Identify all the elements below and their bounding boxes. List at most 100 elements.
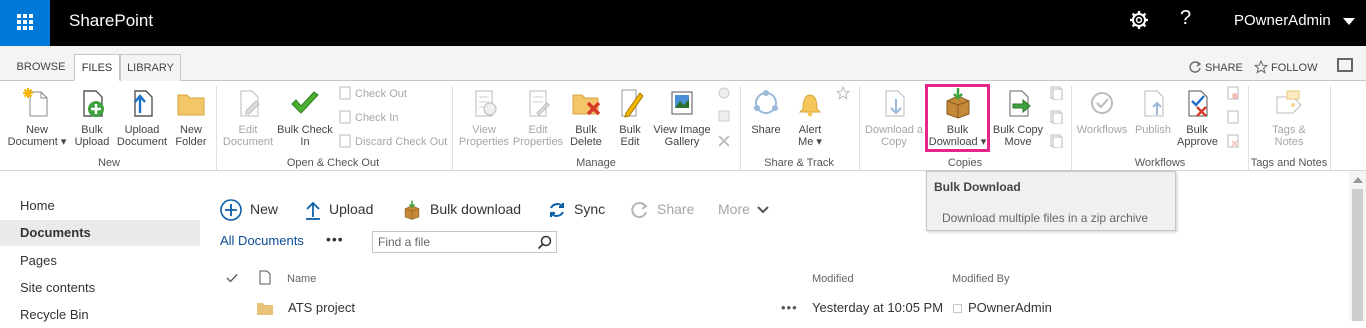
bulk-edit-button[interactable]: Bulk Edit — [610, 87, 650, 148]
workflow-small-icon[interactable] — [1226, 110, 1240, 124]
upload-icon — [134, 90, 153, 117]
bulk-copy-move-button[interactable]: Bulk Copy Move — [990, 87, 1046, 148]
bulk-check-in-button[interactable]: Bulk Check In — [277, 87, 333, 148]
edit-properties-button[interactable]: Edit Properties — [512, 87, 564, 148]
bulk-approve-button[interactable]: Bulk Approve — [1177, 87, 1218, 148]
row-modified-by[interactable]: POwnerAdmin — [968, 300, 1052, 315]
row-name[interactable]: ATS project — [288, 300, 355, 315]
scroll-thumb[interactable] — [1352, 189, 1363, 321]
share-icon — [754, 90, 778, 114]
group-divider — [1248, 86, 1249, 170]
group-divider — [1071, 86, 1072, 170]
focus-content-icon[interactable] — [1337, 58, 1353, 72]
share-button-label: Share — [751, 124, 781, 136]
column-header-modified-by[interactable]: Modified By — [952, 273, 1009, 285]
scroll-up-icon[interactable] — [1353, 177, 1363, 183]
waffle-icon — [17, 14, 33, 30]
help-icon[interactable]: ? — [1180, 7, 1191, 30]
share-command[interactable]: Share — [631, 198, 694, 220]
new-folder-label: New Folder — [175, 124, 207, 148]
workflow-icon — [1091, 92, 1113, 114]
workflow-small-icon[interactable] — [1226, 134, 1240, 148]
bulk-edit-label: Bulk Edit — [619, 124, 641, 148]
bulk-delete-button[interactable]: Bulk Delete — [566, 87, 606, 148]
nav-home[interactable]: Home — [0, 193, 200, 219]
download-icon — [885, 90, 905, 117]
view-properties-button[interactable]: View Properties — [456, 87, 512, 148]
tab-browse[interactable]: BROWSE — [12, 54, 70, 81]
download-copy-button[interactable]: Download a Copy — [863, 87, 925, 148]
manage-small-icon[interactable] — [717, 86, 731, 100]
view-options-ellipsis-icon[interactable]: ••• — [326, 231, 344, 247]
check-in-button[interactable]: Check In — [338, 110, 398, 126]
nav-documents[interactable]: Documents — [0, 220, 200, 246]
upload-document-button[interactable]: Upload Document — [116, 87, 168, 148]
tooltip-description: Download multiple files in a zip archive — [942, 211, 1149, 225]
bulk-upload-icon — [83, 90, 104, 117]
row-ellipsis-icon[interactable]: ••• — [781, 300, 798, 315]
workflow-small-icon[interactable] — [1226, 86, 1240, 100]
bulk-download-command-label: Bulk download — [430, 201, 522, 217]
check-in-icon — [339, 110, 351, 124]
gear-icon[interactable] — [1128, 9, 1150, 31]
edit-document-icon — [240, 90, 260, 117]
star-icon[interactable] — [835, 85, 851, 100]
copy-icon[interactable] — [1049, 86, 1063, 101]
nav-pages[interactable]: Pages — [0, 248, 200, 274]
sync-command-label: Sync — [574, 201, 606, 217]
view-image-gallery-button[interactable]: View Image Gallery — [652, 87, 712, 148]
app-name[interactable]: SharePoint — [69, 11, 153, 31]
folder-icon — [177, 94, 205, 116]
view-selector[interactable]: All Documents — [220, 233, 304, 248]
column-header-modified[interactable]: Modified — [812, 273, 854, 285]
bulk-delete-label: Bulk Delete — [570, 124, 602, 148]
new-folder-button[interactable]: New Folder — [170, 87, 212, 148]
star-icon — [1253, 59, 1269, 74]
sync-command[interactable]: Sync — [548, 198, 605, 220]
discard-icon — [339, 134, 351, 148]
bulk-upload-button[interactable]: Bulk Upload — [70, 87, 114, 148]
workflows-button[interactable]: Workflows — [1075, 87, 1129, 136]
upload-arrow-icon — [306, 202, 320, 221]
follow-link[interactable]: FOLLOW — [1253, 59, 1318, 74]
share-link[interactable]: SHARE — [1188, 60, 1243, 74]
app-launcher-button[interactable] — [0, 0, 50, 46]
edit-document-button[interactable]: Edit Document — [220, 87, 276, 148]
tab-library[interactable]: LIBRARY — [120, 54, 181, 81]
more-command[interactable]: More — [718, 198, 769, 220]
vertical-scrollbar[interactable] — [1349, 171, 1366, 321]
alert-me-button[interactable]: Alert Me ▾ — [790, 87, 830, 148]
chevron-down-icon[interactable] — [1343, 18, 1355, 25]
new-document-button[interactable]: New Document ▾ — [6, 87, 68, 148]
delete-folder-icon — [572, 94, 601, 116]
user-name[interactable]: POwnerAdmin — [1234, 12, 1331, 29]
bulk-download-command[interactable]: Bulk download — [402, 198, 522, 221]
close-icon[interactable] — [717, 134, 731, 148]
check-out-icon — [339, 86, 351, 100]
publish-button[interactable]: Publish — [1131, 87, 1175, 136]
follow-label: FOLLOW — [1271, 62, 1318, 74]
edit-properties-label: Edit Properties — [512, 124, 564, 148]
check-in-label: Check In — [355, 112, 399, 124]
upload-command-label: Upload — [329, 201, 374, 217]
discard-check-out-button[interactable]: Discard Check Out — [338, 134, 447, 150]
nav-recycle-bin[interactable]: Recycle Bin — [0, 302, 200, 328]
new-command[interactable]: New — [220, 198, 278, 222]
share-button[interactable]: Share — [748, 87, 784, 136]
nav-site-contents[interactable]: Site contents — [0, 275, 200, 301]
share-label: SHARE — [1205, 62, 1243, 74]
column-header-name[interactable]: Name — [287, 273, 316, 285]
check-out-button[interactable]: Check Out — [338, 86, 407, 102]
group-divider — [216, 86, 217, 170]
search-box[interactable] — [372, 231, 557, 253]
copy-icon[interactable] — [1049, 134, 1063, 149]
copy-icon[interactable] — [1049, 110, 1063, 125]
select-all-checkmark-icon[interactable] — [226, 273, 238, 283]
manage-small-icon[interactable] — [717, 109, 731, 123]
properties-icon — [475, 90, 497, 117]
tab-files[interactable]: FILES — [74, 54, 120, 81]
approve-icon — [1188, 90, 1208, 117]
upload-command[interactable]: Upload — [305, 198, 374, 221]
search-input[interactable] — [378, 234, 528, 250]
tags-notes-button[interactable]: Tags & Notes — [1260, 87, 1318, 148]
